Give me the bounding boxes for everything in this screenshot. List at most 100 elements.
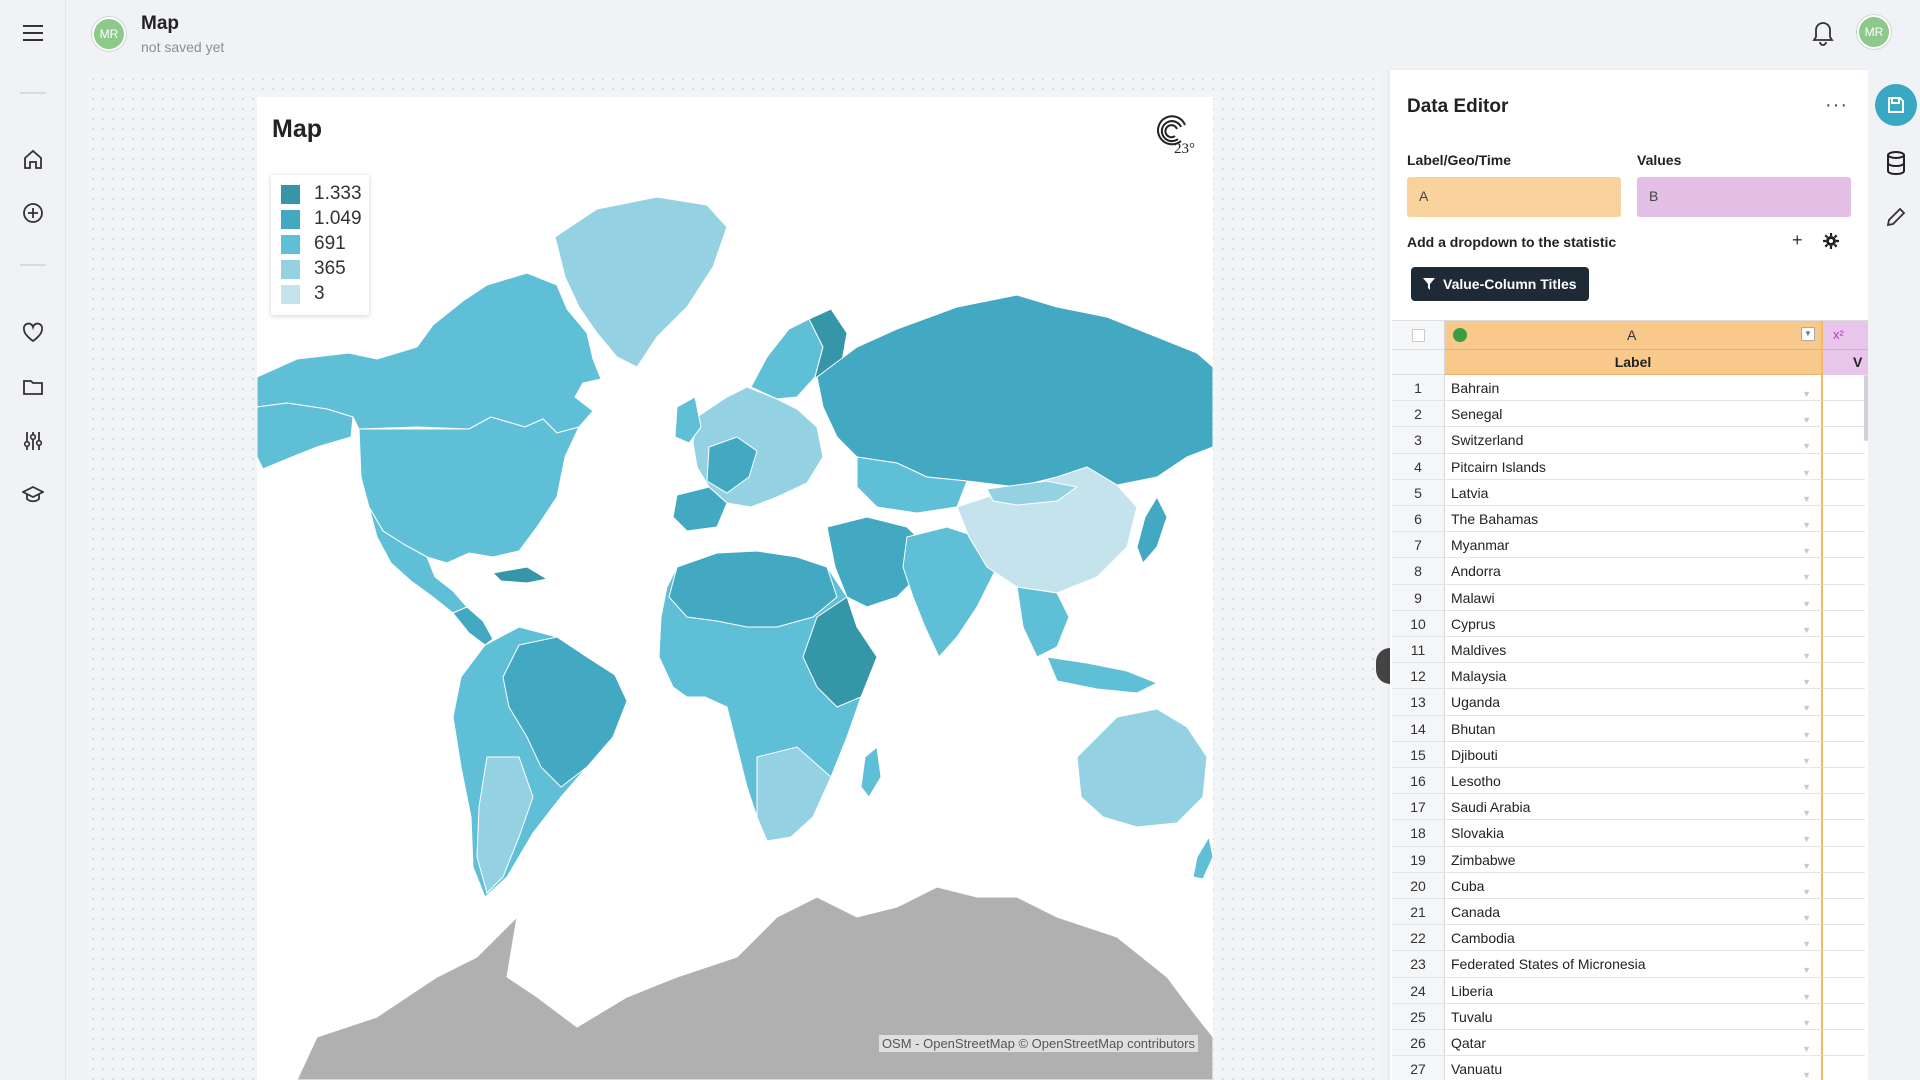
value-cell[interactable] — [1823, 1030, 1865, 1057]
label-cell[interactable]: Switzerland ▼ — [1445, 427, 1823, 454]
label-cell[interactable]: Federated States of Micronesia ▼ — [1445, 951, 1823, 978]
row-number[interactable]: 12 — [1392, 663, 1445, 690]
table-row[interactable]: 3 Switzerland ▼ — [1392, 427, 1868, 454]
value-cell[interactable] — [1823, 716, 1865, 742]
label-cell[interactable]: Zimbabwe ▼ — [1445, 846, 1823, 873]
value-cell[interactable] — [1823, 820, 1865, 847]
label-cell[interactable]: Canada ▼ — [1445, 899, 1823, 926]
bell-icon[interactable] — [1810, 18, 1840, 48]
home-icon[interactable] — [18, 144, 48, 174]
column-a-title[interactable]: Label — [1445, 350, 1823, 375]
heart-icon[interactable] — [18, 318, 48, 348]
table-row[interactable]: 6 The Bahamas ▼ — [1392, 506, 1868, 533]
value-cell[interactable] — [1823, 375, 1865, 402]
sliders-icon[interactable] — [18, 426, 48, 456]
label-cell[interactable]: Andorra ▼ — [1445, 558, 1823, 585]
value-cell[interactable] — [1823, 689, 1865, 716]
table-row[interactable]: 8 Andorra ▼ — [1392, 558, 1868, 585]
label-cell[interactable]: Saudi Arabia ▼ — [1445, 794, 1823, 821]
label-cell[interactable]: Pitcairn Islands ▼ — [1445, 453, 1823, 480]
value-cell[interactable] — [1823, 873, 1865, 899]
world-map[interactable] — [257, 97, 1213, 1080]
row-number[interactable]: 9 — [1392, 584, 1445, 611]
row-number[interactable]: 17 — [1392, 794, 1445, 821]
value-cell[interactable] — [1823, 742, 1865, 768]
label-cell[interactable]: Cuba ▼ — [1445, 872, 1823, 899]
table-row[interactable]: 27 Vanuatu ▼ — [1392, 1056, 1868, 1080]
table-row[interactable]: 23 Federated States of Micronesia ▼ — [1392, 951, 1868, 978]
value-cell[interactable] — [1823, 951, 1865, 978]
table-row[interactable]: 1 Bahrain ▼ — [1392, 375, 1868, 402]
row-number[interactable]: 18 — [1392, 820, 1445, 847]
value-cell[interactable] — [1823, 1056, 1865, 1080]
label-column-field[interactable]: A — [1407, 177, 1621, 217]
table-row[interactable]: 10 Cyprus ▼ — [1392, 610, 1868, 637]
row-number[interactable]: 26 — [1392, 1030, 1445, 1057]
column-a-header[interactable]: A ▼ — [1445, 321, 1823, 350]
data-grid[interactable]: A ▼ x² Label V 1 Bahrain ▼ 2 Senegal ▼ 3 Switze… — [1392, 320, 1868, 1080]
value-cell[interactable] — [1823, 637, 1865, 664]
label-cell[interactable]: Qatar ▼ — [1445, 1030, 1823, 1057]
row-number[interactable]: 11 — [1392, 637, 1445, 664]
select-all-cell[interactable] — [1392, 321, 1445, 350]
project-avatar[interactable]: MR — [92, 17, 126, 51]
row-number[interactable]: 27 — [1392, 1056, 1445, 1080]
label-cell[interactable]: Malaysia ▼ — [1445, 663, 1823, 690]
label-cell[interactable]: Senegal ▼ — [1445, 401, 1823, 428]
value-cell[interactable] — [1823, 768, 1865, 795]
row-number[interactable]: 2 — [1392, 401, 1445, 428]
pencil-icon[interactable] — [1881, 202, 1911, 232]
database-icon[interactable] — [1881, 148, 1911, 178]
label-cell[interactable]: Cyprus ▼ — [1445, 610, 1823, 637]
label-cell[interactable]: Cambodia ▼ — [1445, 925, 1823, 952]
label-cell[interactable]: Lesotho ▼ — [1445, 768, 1823, 795]
column-filter-icon[interactable]: ▼ — [1801, 327, 1815, 341]
save-button[interactable] — [1875, 84, 1917, 126]
table-row[interactable]: 14 Bhutan ▼ — [1392, 715, 1868, 742]
label-cell[interactable]: Slovakia ▼ — [1445, 820, 1823, 847]
row-number[interactable]: 4 — [1392, 453, 1445, 480]
column-b-header[interactable]: x² — [1823, 321, 1868, 350]
label-cell[interactable]: Myanmar ▼ — [1445, 532, 1823, 559]
add-dropdown-button[interactable]: + — [1792, 230, 1803, 251]
values-column-field[interactable]: B — [1637, 177, 1851, 217]
table-row[interactable]: 15 Djibouti ▼ — [1392, 741, 1868, 768]
table-row[interactable]: 2 Senegal ▼ — [1392, 401, 1868, 428]
more-options-icon[interactable]: ··· — [1825, 94, 1848, 117]
label-cell[interactable]: Uganda ▼ — [1445, 689, 1823, 716]
value-cell[interactable] — [1823, 532, 1865, 559]
value-cell[interactable] — [1823, 978, 1865, 1004]
value-cell[interactable] — [1823, 480, 1865, 506]
row-number[interactable]: 3 — [1392, 427, 1445, 454]
row-number[interactable]: 19 — [1392, 846, 1445, 873]
row-number[interactable]: 22 — [1392, 925, 1445, 952]
value-cell[interactable] — [1823, 794, 1865, 821]
select-all-checkbox[interactable] — [1412, 329, 1425, 342]
row-number[interactable]: 5 — [1392, 479, 1445, 506]
row-number[interactable]: 15 — [1392, 741, 1445, 768]
value-cell[interactable] — [1823, 1004, 1865, 1030]
label-cell[interactable]: Liberia ▼ — [1445, 977, 1823, 1004]
row-number[interactable]: 6 — [1392, 506, 1445, 533]
cell-dropdown-icon[interactable]: ▼ — [1802, 1062, 1811, 1080]
value-cell[interactable] — [1823, 401, 1865, 428]
table-row[interactable]: 26 Qatar ▼ — [1392, 1030, 1868, 1057]
table-row[interactable]: 21 Canada ▼ — [1392, 899, 1868, 926]
label-cell[interactable]: Maldives ▼ — [1445, 637, 1823, 664]
table-row[interactable]: 13 Uganda ▼ — [1392, 689, 1868, 716]
table-row[interactable]: 25 Tuvalu ▼ — [1392, 1003, 1868, 1030]
folder-icon[interactable] — [18, 372, 48, 402]
table-row[interactable]: 11 Maldives ▼ — [1392, 637, 1868, 664]
row-number[interactable]: 16 — [1392, 768, 1445, 795]
row-number[interactable]: 23 — [1392, 951, 1445, 978]
user-avatar[interactable]: MR — [1857, 15, 1891, 49]
column-b-title[interactable]: V — [1823, 350, 1868, 375]
label-cell[interactable]: Bhutan ▼ — [1445, 715, 1823, 742]
value-cell[interactable] — [1823, 427, 1865, 454]
table-row[interactable]: 22 Cambodia ▼ — [1392, 925, 1868, 952]
row-number[interactable]: 1 — [1392, 375, 1445, 402]
value-cell[interactable] — [1823, 506, 1865, 533]
table-row[interactable]: 16 Lesotho ▼ — [1392, 768, 1868, 795]
label-cell[interactable]: The Bahamas ▼ — [1445, 506, 1823, 533]
table-row[interactable]: 24 Liberia ▼ — [1392, 977, 1868, 1004]
